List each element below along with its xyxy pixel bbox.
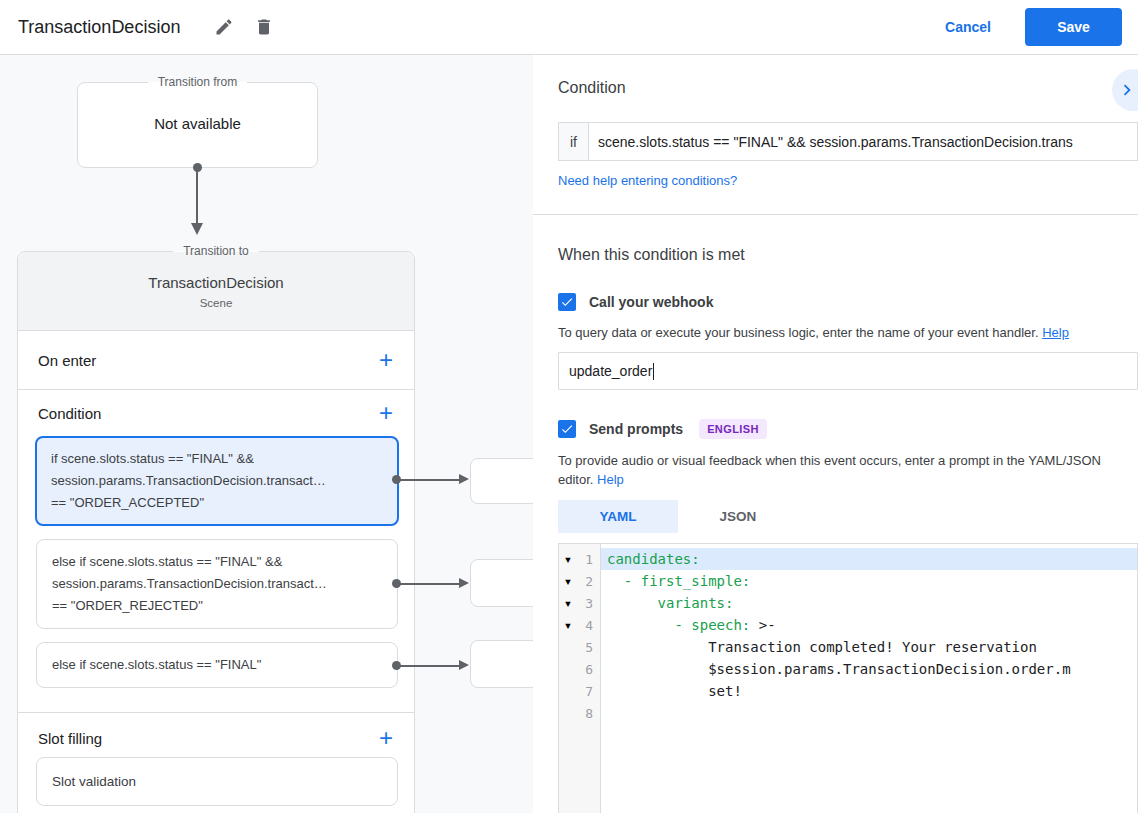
text-caret (653, 363, 654, 380)
line-number: 6 (577, 662, 600, 677)
transition-from-value: Not available (78, 115, 317, 132)
line-number: 4 (577, 618, 600, 633)
cancel-button[interactable]: Cancel (945, 19, 991, 35)
transition-target-box[interactable] (470, 559, 533, 607)
scene-subtitle: Scene (18, 297, 414, 309)
check-icon (560, 295, 574, 309)
transition-to-label: Transition to (173, 244, 259, 258)
delete-button[interactable] (254, 17, 274, 37)
code-line[interactable] (601, 702, 1137, 724)
condition-section: Condition + if scene.slots.status == "FI… (18, 390, 414, 713)
transition-target-box[interactable] (470, 640, 533, 688)
slot-validation-item[interactable]: Slot validation (36, 757, 398, 806)
panel-condition-heading: Condition (558, 79, 1138, 97)
arrowhead-right-icon (459, 578, 469, 588)
fold-chevron-down-icon[interactable]: ▾ (559, 551, 577, 567)
send-prompts-checkbox[interactable] (558, 420, 576, 438)
code-line[interactable]: candidates: (601, 548, 1137, 570)
tab-json[interactable]: JSON (678, 500, 798, 533)
page-title: TransactionDecision (18, 17, 180, 38)
editor-gutter: ▾1▾2▾3▾45678 (559, 544, 601, 813)
fold-chevron-down-icon[interactable]: ▾ (559, 573, 577, 589)
arrowhead-right-icon (459, 474, 469, 484)
condition-item[interactable]: if scene.slots.status == "FINAL" &&sessi… (35, 436, 399, 526)
prompts-help-link[interactable]: Help (597, 472, 624, 487)
webhook-help-link[interactable]: Help (1042, 325, 1069, 340)
condition-help-link[interactable]: Need help entering conditions? (558, 173, 1138, 188)
code-line[interactable]: - speech: >- (601, 614, 1137, 636)
condition-section-label: Condition (38, 405, 101, 422)
collapse-panel-button[interactable] (1112, 69, 1138, 111)
when-met-heading: When this condition is met (558, 246, 1138, 264)
condition-item[interactable]: else if scene.slots.status == "FINAL" &&… (36, 539, 398, 629)
save-button[interactable]: Save (1025, 8, 1122, 46)
fold-chevron-down-icon[interactable]: ▾ (559, 595, 577, 611)
fold-chevron-down-icon[interactable]: ▾ (559, 617, 577, 633)
webhook-description: To query data or execute your business l… (558, 323, 1138, 342)
code-line[interactable]: - first_simple: (601, 570, 1137, 592)
code-line[interactable]: $session.params.TransactionDecision.orde… (601, 658, 1137, 680)
if-label: if (558, 122, 589, 161)
chevron-right-icon (1116, 79, 1138, 101)
condition-items: if scene.slots.status == "FINAL" &&sessi… (18, 436, 414, 688)
condition-editor-panel: Condition if scene.slots.status == "FINA… (533, 55, 1138, 813)
condition-expression-input[interactable]: scene.slots.status == "FINAL" && session… (589, 122, 1138, 161)
line-number: 1 (577, 552, 600, 567)
send-prompts-label: Send prompts (589, 421, 683, 437)
edit-icon (214, 17, 234, 37)
on-enter-label: On enter (38, 352, 96, 369)
on-enter-add-button[interactable]: + (374, 350, 398, 370)
connector-line (399, 665, 460, 667)
scene-card-header: TransactionDecision Scene (18, 252, 414, 331)
trash-icon (254, 17, 274, 37)
connector-line (399, 479, 460, 481)
slot-filling-label: Slot filling (38, 730, 102, 747)
on-enter-section: On enter + (18, 331, 414, 390)
condition-add-button[interactable]: + (374, 403, 398, 423)
top-bar: TransactionDecision Cancel Save (0, 0, 1138, 55)
arrowhead-right-icon (459, 660, 469, 670)
transition-from-box: Transition from Not available (77, 75, 318, 168)
edit-button[interactable] (214, 17, 234, 37)
tab-yaml[interactable]: YAML (558, 500, 678, 533)
connector-line (196, 171, 198, 223)
condition-item[interactable]: else if scene.slots.status == "FINAL" (36, 642, 398, 688)
code-line[interactable]: Transaction completed! Your reservation (601, 636, 1137, 658)
arrowhead-down-icon (191, 223, 203, 235)
transition-to-card: Transition to TransactionDecision Scene … (17, 244, 415, 813)
slot-filling-add-button[interactable]: + (374, 728, 398, 748)
line-number: 7 (577, 684, 600, 699)
code-line[interactable]: variants: (601, 592, 1137, 614)
scene-diagram-canvas: Transition from Not available Transition… (0, 55, 533, 813)
webhook-checkbox[interactable] (558, 293, 576, 311)
webhook-label: Call your webhook (589, 294, 713, 310)
check-icon (560, 422, 574, 436)
line-number: 3 (577, 596, 600, 611)
transition-from-label: Transition from (148, 75, 248, 89)
line-number: 8 (577, 706, 600, 721)
editor-code[interactable]: candidates: - first_simple: variants: - … (601, 544, 1137, 813)
line-number: 2 (577, 574, 600, 589)
webhook-handler-input[interactable]: update_order (558, 352, 1138, 390)
code-line[interactable]: set! (601, 680, 1137, 702)
yaml-editor[interactable]: ▾1▾2▾3▾45678 candidates: - first_simple:… (558, 543, 1138, 813)
language-badge: ENGLISH (699, 419, 767, 439)
prompts-description: To provide audio or visual feedback when… (558, 451, 1138, 489)
connector-line (399, 583, 460, 585)
line-number: 5 (577, 640, 600, 655)
scene-title: TransactionDecision (18, 274, 414, 291)
transition-target-box[interactable] (470, 458, 533, 504)
editor-tabs: YAML JSON (558, 500, 1138, 533)
